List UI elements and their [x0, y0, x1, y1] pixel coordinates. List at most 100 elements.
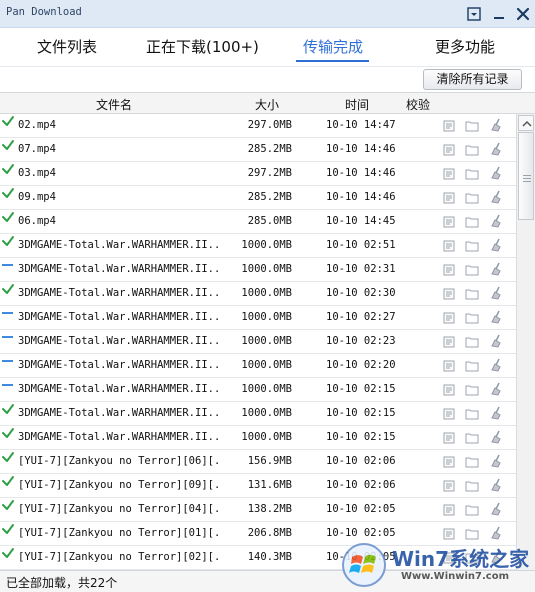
file-details-icon[interactable] [443, 264, 455, 276]
open-folder-icon[interactable] [465, 384, 479, 396]
table-row[interactable]: 06.mp4 285.0MB 10-10 14:45 [0, 210, 516, 234]
window-title: Pan Download [6, 6, 82, 18]
dropdown-menu-icon[interactable] [465, 5, 483, 23]
open-folder-icon[interactable] [465, 312, 479, 324]
check-icon [2, 284, 14, 294]
open-folder-icon[interactable] [465, 192, 479, 204]
open-folder-icon[interactable] [465, 456, 479, 468]
clear-record-icon[interactable] [490, 286, 503, 300]
file-details-icon[interactable] [443, 144, 455, 156]
column-header-name[interactable]: 文件名 [96, 96, 132, 113]
open-folder-icon[interactable] [465, 408, 479, 420]
file-details-icon[interactable] [443, 288, 455, 300]
open-folder-icon[interactable] [465, 432, 479, 444]
clear-record-icon[interactable] [490, 334, 503, 348]
table-row[interactable]: 3DMGAME-Total.War.WARHAMMER.II.... 1000.0… [0, 282, 516, 306]
file-details-icon[interactable] [443, 528, 455, 540]
completed-time-cell: 10-10 02:05 [326, 527, 396, 539]
open-folder-icon[interactable] [465, 216, 479, 228]
open-folder-icon[interactable] [465, 528, 479, 540]
vertical-scrollbar[interactable] [516, 114, 535, 570]
column-header-size[interactable]: 大小 [255, 96, 279, 113]
open-folder-icon[interactable] [465, 480, 479, 492]
table-row[interactable]: [YUI-7][Zankyou no Terror][04][... 138.2M… [0, 498, 516, 522]
open-folder-icon[interactable] [465, 504, 479, 516]
clear-record-icon[interactable] [490, 478, 503, 492]
table-row[interactable]: 3DMGAME-Total.War.WARHAMMER.II.... 1000.0… [0, 354, 516, 378]
file-details-icon[interactable] [443, 480, 455, 492]
table-row[interactable]: 03.mp4 297.2MB 10-10 14:46 [0, 162, 516, 186]
table-row[interactable]: 3DMGAME-Total.War.WARHAMMER.II.... 1000.0… [0, 378, 516, 402]
tab-more-features[interactable]: 更多功能 [435, 36, 495, 60]
clear-record-icon[interactable] [490, 142, 503, 156]
dash-icon [2, 312, 13, 314]
minimize-icon[interactable] [490, 5, 508, 23]
file-details-icon[interactable] [443, 312, 455, 324]
table-row[interactable]: 3DMGAME-Total.War.WARHAMMER.II.... 1000.0… [0, 402, 516, 426]
clear-record-icon[interactable] [490, 190, 503, 204]
open-folder-icon[interactable] [465, 264, 479, 276]
clear-record-icon[interactable] [490, 454, 503, 468]
table-row[interactable]: 3DMGAME-Total.War.WARHAMMER.II.... 1000.0… [0, 306, 516, 330]
clear-record-icon[interactable] [490, 310, 503, 324]
scroll-thumb[interactable] [518, 132, 534, 220]
column-header-verify[interactable]: 校验 [406, 96, 430, 113]
clear-record-icon[interactable] [490, 238, 503, 252]
close-icon[interactable] [514, 5, 532, 23]
open-folder-icon[interactable] [465, 360, 479, 372]
check-icon [2, 548, 14, 558]
file-size-cell: 1000.0MB [241, 383, 292, 395]
file-details-icon[interactable] [443, 408, 455, 420]
completed-time-cell: 10-10 02:06 [326, 479, 396, 491]
scroll-up-button[interactable] [518, 115, 534, 131]
action-bar: 清除所有记录 [0, 66, 535, 92]
table-row[interactable]: 02.mp4 297.0MB 10-10 14:47 [0, 114, 516, 138]
table-row[interactable]: 09.mp4 285.2MB 10-10 14:46 [0, 186, 516, 210]
clear-record-icon[interactable] [490, 382, 503, 396]
active-tab-indicator [296, 60, 369, 62]
clear-record-icon[interactable] [490, 526, 503, 540]
check-icon [2, 116, 14, 126]
clear-record-icon[interactable] [490, 502, 503, 516]
file-details-icon[interactable] [443, 216, 455, 228]
file-details-icon[interactable] [443, 504, 455, 516]
file-details-icon[interactable] [443, 456, 455, 468]
clear-all-button[interactable]: 清除所有记录 [423, 69, 522, 90]
open-folder-icon[interactable] [465, 336, 479, 348]
table-row[interactable]: 3DMGAME-Total.War.WARHAMMER.II.... 1000.0… [0, 330, 516, 354]
open-folder-icon[interactable] [465, 240, 479, 252]
file-name-cell: 3DMGAME-Total.War.WARHAMMER.II.... [18, 335, 222, 347]
tab-completed[interactable]: 传输完成 [303, 36, 363, 60]
open-folder-icon[interactable] [465, 144, 479, 156]
tab-downloading[interactable]: 正在下载(100+) [146, 36, 259, 60]
tab-file-list[interactable]: 文件列表 [37, 36, 97, 60]
column-header-time[interactable]: 时间 [345, 96, 369, 113]
clear-record-icon[interactable] [490, 262, 503, 276]
table-row[interactable]: 3DMGAME-Total.War.WARHAMMER.II.... 1000.0… [0, 426, 516, 450]
file-details-icon[interactable] [443, 432, 455, 444]
file-details-icon[interactable] [443, 192, 455, 204]
file-size-cell: 285.2MB [247, 143, 292, 155]
open-folder-icon[interactable] [465, 288, 479, 300]
clear-record-icon[interactable] [490, 358, 503, 372]
clear-record-icon[interactable] [490, 166, 503, 180]
clear-record-icon[interactable] [490, 118, 503, 132]
file-details-icon[interactable] [443, 168, 455, 180]
file-size-cell: 1000.0MB [241, 263, 292, 275]
file-details-icon[interactable] [443, 240, 455, 252]
table-row[interactable]: [YUI-7][Zankyou no Terror][06][... 156.9M… [0, 450, 516, 474]
table-row[interactable]: [YUI-7][Zankyou no Terror][09][... 131.6M… [0, 474, 516, 498]
open-folder-icon[interactable] [465, 168, 479, 180]
file-details-icon[interactable] [443, 336, 455, 348]
clear-record-icon[interactable] [490, 214, 503, 228]
file-details-icon[interactable] [443, 360, 455, 372]
file-details-icon[interactable] [443, 384, 455, 396]
table-row[interactable]: 3DMGAME-Total.War.WARHAMMER.II.... 1000.0… [0, 234, 516, 258]
file-details-icon[interactable] [443, 120, 455, 132]
clear-record-icon[interactable] [490, 406, 503, 420]
table-row[interactable]: 3DMGAME-Total.War.WARHAMMER.II.... 1000.0… [0, 258, 516, 282]
check-icon [2, 140, 14, 150]
clear-record-icon[interactable] [490, 430, 503, 444]
table-row[interactable]: 07.mp4 285.2MB 10-10 14:46 [0, 138, 516, 162]
open-folder-icon[interactable] [465, 120, 479, 132]
